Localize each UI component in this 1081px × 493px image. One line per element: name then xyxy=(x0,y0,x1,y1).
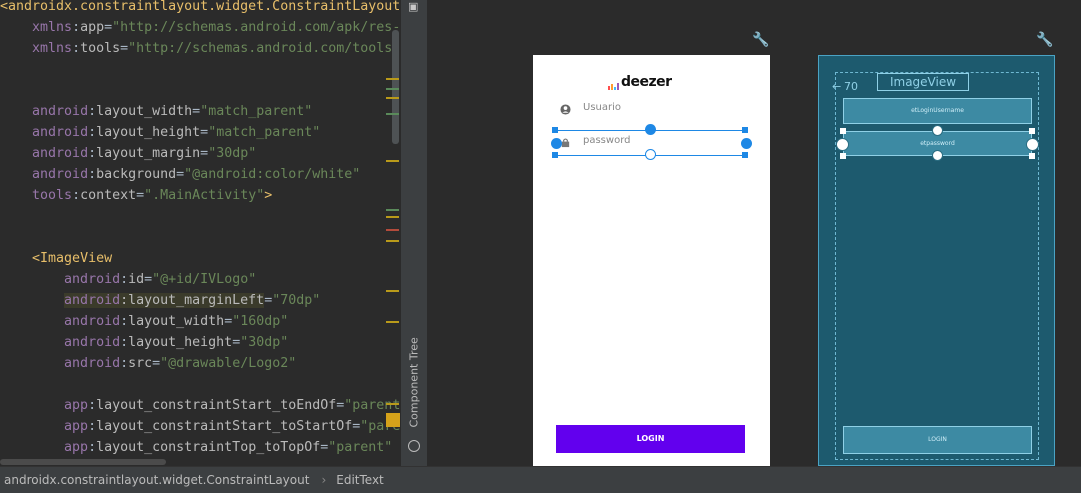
code-line[interactable]: <androidx.constraintlayout.widget.Constr… xyxy=(0,0,400,17)
wrench-icon[interactable]: 🔧 xyxy=(752,32,769,48)
code-line[interactable]: android:background="@android:color/white… xyxy=(0,165,360,185)
code-line[interactable]: android:layout_width="match_parent" xyxy=(0,102,312,122)
side-toolwindow-strip: ▣ Component Tree xyxy=(400,0,427,466)
resize-handle[interactable] xyxy=(1029,153,1035,159)
editor-horizontal-scrollbar[interactable] xyxy=(0,459,166,465)
xml-code-editor[interactable]: <androidx.constraintlayout.widget.Constr… xyxy=(0,0,400,466)
constraint-anchor-top[interactable] xyxy=(932,125,943,136)
code-line[interactable]: android:layout_width="160dp" xyxy=(0,312,288,332)
editor-scrollbar-thumb[interactable] xyxy=(392,30,399,144)
constraint-anchor-end[interactable] xyxy=(1026,138,1039,151)
scrollbar-marker[interactable] xyxy=(386,97,399,99)
code-line[interactable]: android:id="@+id/IVLogo" xyxy=(0,270,256,290)
deezer-wordmark: deezer xyxy=(621,74,672,90)
constraint-anchor-top[interactable] xyxy=(645,124,656,135)
blueprint-username-field[interactable]: etLoginUsername xyxy=(843,98,1032,124)
code-line[interactable]: app:layout_constraintTop_toTopOf="parent… xyxy=(0,438,392,458)
breadcrumb-constraintlayout[interactable]: androidx.constraintlayout.widget.Constra… xyxy=(4,473,309,487)
component-tree-tab[interactable]: Component Tree xyxy=(408,337,421,427)
blueprint-view[interactable]: 70 ← ImageView etLoginUsername etpasswor… xyxy=(818,55,1055,466)
code-line[interactable]: tools:context=".MainActivity"> xyxy=(0,186,272,206)
design-preview[interactable]: deezer Usuario password LOGIN xyxy=(533,55,770,466)
username-field[interactable]: Usuario xyxy=(555,99,748,121)
status-bar: androidx.constraintlayout.widget.Constra… xyxy=(0,466,1081,493)
breadcrumb-separator: › xyxy=(321,473,327,487)
scrollbar-marker[interactable] xyxy=(386,209,399,211)
margin-arrow-icon: ← xyxy=(832,80,842,93)
scrollbar-marker[interactable] xyxy=(386,290,399,292)
username-placeholder: Usuario xyxy=(583,102,622,113)
code-line[interactable]: <ImageView xyxy=(0,249,112,269)
scrollbar-marker[interactable] xyxy=(386,113,399,115)
blueprint-login-button[interactable]: LOGIN xyxy=(843,426,1032,454)
constraint-anchor-start[interactable] xyxy=(836,138,849,151)
scrollbar-marker[interactable] xyxy=(386,88,399,90)
resize-handle[interactable] xyxy=(1029,128,1035,134)
login-button[interactable]: LOGIN xyxy=(556,425,745,453)
deezer-equalizer-icon xyxy=(608,83,619,90)
scrollbar-marker[interactable] xyxy=(386,78,399,80)
design-surface: 🔧 🔧 deezer Usuario password LOGIN 70 ← I… xyxy=(427,0,1081,466)
resize-handle[interactable] xyxy=(552,152,558,158)
resize-handle[interactable] xyxy=(840,153,846,159)
error-stripe-marker[interactable] xyxy=(386,413,400,427)
resize-handle[interactable] xyxy=(840,128,846,134)
code-line[interactable]: xmlns:tools="http://schemas.android.com/… xyxy=(0,39,400,59)
deezer-logo[interactable]: deezer xyxy=(608,74,672,90)
code-line[interactable]: app:layout_constraintStart_toEndOf="pare… xyxy=(0,396,400,416)
code-line[interactable]: app:layout_constraintStart_toStartOf="pa… xyxy=(0,417,400,437)
component-tree-icon[interactable] xyxy=(408,440,420,452)
code-line[interactable]: android:layout_marginLeft="70dp" xyxy=(0,291,320,311)
scrollbar-marker[interactable] xyxy=(386,321,399,323)
scrollbar-marker[interactable] xyxy=(386,403,399,405)
password-placeholder: password xyxy=(583,135,631,146)
wrench-icon[interactable]: 🔧 xyxy=(1036,32,1053,48)
code-line[interactable]: android:src="@drawable/Logo2" xyxy=(0,354,296,374)
user-icon xyxy=(560,104,571,115)
constraint-anchor-bottom[interactable] xyxy=(932,150,943,161)
constraint-anchor-end[interactable] xyxy=(741,138,752,149)
code-line[interactable]: android:layout_height="30dp" xyxy=(0,333,288,353)
code-line[interactable]: android:layout_margin="30dp" xyxy=(0,144,256,164)
code-line[interactable]: android:layout_height="match_parent" xyxy=(0,123,320,143)
scrollbar-marker[interactable] xyxy=(386,229,399,231)
constraint-anchor-bottom[interactable] xyxy=(645,149,656,160)
scrollbar-marker[interactable] xyxy=(386,160,399,162)
resize-handle[interactable] xyxy=(742,152,748,158)
blueprint-imageview[interactable]: ImageView xyxy=(877,73,969,91)
scrollbar-marker[interactable] xyxy=(386,216,399,218)
constraint-anchor-start[interactable] xyxy=(551,138,562,149)
scrollbar-marker[interactable] xyxy=(386,240,399,242)
breadcrumb-edittext[interactable]: EditText xyxy=(336,473,384,487)
code-line[interactable]: xmlns:app="http://schemas.android.com/ap… xyxy=(0,18,400,38)
margin-label: 70 xyxy=(844,80,858,93)
resize-handle[interactable] xyxy=(742,127,748,133)
palette-icon[interactable]: ▣ xyxy=(408,1,420,13)
resize-handle[interactable] xyxy=(552,127,558,133)
